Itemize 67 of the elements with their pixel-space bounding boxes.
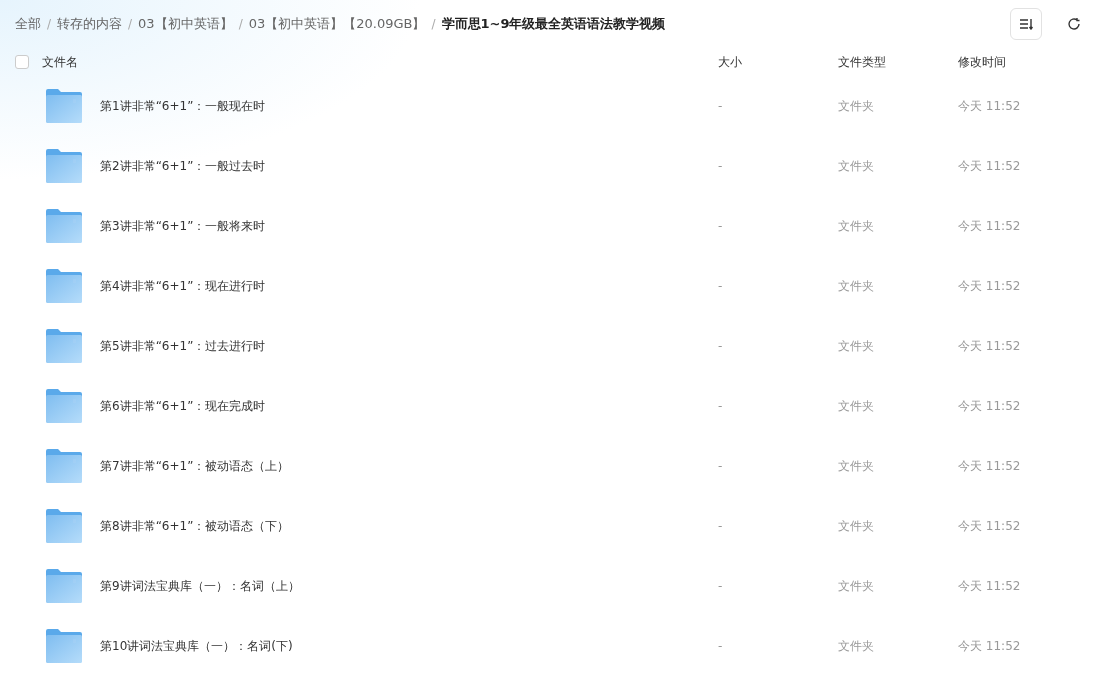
file-name[interactable]: 第7讲非常“6+1”：被动语态（上） [100,457,290,475]
file-name[interactable]: 第2讲非常“6+1”：一般过去时 [100,157,266,175]
file-size: - [718,459,723,473]
folder-icon [46,449,82,483]
file-size: - [718,579,723,593]
file-name[interactable]: 第8讲非常“6+1”：被动语态（下） [100,517,290,535]
file-type: 文件夹 [838,459,874,473]
column-header[interactable]: 大小 [718,55,742,69]
folder-icon [46,389,82,423]
modified-time: 今天 11:52 [958,519,1021,533]
file-type: 文件夹 [838,219,874,233]
folder-icon [46,629,82,663]
file-type: 文件夹 [838,399,874,413]
select-all-checkbox[interactable] [15,55,29,69]
file-name[interactable]: 第3讲非常“6+1”：一般将来时 [100,217,266,235]
file-size: - [718,339,723,353]
modified-time: 今天 11:52 [958,639,1021,653]
modified-time: 今天 11:52 [958,99,1021,113]
sort-button[interactable] [1010,8,1042,40]
file-name[interactable]: 第1讲非常“6+1”：一般现在时 [100,97,266,115]
modified-time: 今天 11:52 [958,579,1021,593]
file-type: 文件夹 [838,339,874,353]
file-name[interactable]: 第9讲词法宝典库（一）：名词（上） [100,577,300,595]
breadcrumb-link[interactable]: 转存的内容 [57,14,123,34]
column-header[interactable]: 文件类型 [838,55,886,69]
file-size: - [718,159,723,173]
folder-icon [46,569,82,603]
file-type: 文件夹 [838,159,874,173]
folder-icon [46,329,82,363]
file-name[interactable]: 第5讲非常“6+1”：过去进行时 [100,337,266,355]
folder-icon [46,149,82,183]
file-type: 文件夹 [838,279,874,293]
file-size: - [718,219,723,233]
breadcrumb-link[interactable]: 03【初中英语】 [138,14,233,34]
file-name[interactable]: 第10讲词法宝典库（一）：名词(下) [100,637,293,655]
file-size: - [718,639,723,653]
folder-icon [46,209,82,243]
breadcrumb-current: 学而思1~9年级最全英语语法教学视频 [441,15,666,34]
modified-time: 今天 11:52 [958,159,1021,173]
folder-icon [46,269,82,303]
folder-icon [46,509,82,543]
file-type: 文件夹 [838,639,874,653]
folder-icon [46,89,82,123]
breadcrumb-separator: / [238,16,243,33]
column-header[interactable]: 修改时间 [958,55,1006,69]
modified-time: 今天 11:52 [958,219,1021,233]
file-size: - [718,279,723,293]
column-header[interactable]: 文件名 [42,53,78,71]
file-type: 文件夹 [838,99,874,113]
modified-time: 今天 11:52 [958,399,1021,413]
refresh-icon [1067,17,1081,31]
breadcrumb-separator: / [128,16,133,33]
file-name[interactable]: 第4讲非常“6+1”：现在进行时 [100,277,266,295]
breadcrumb-separator: / [431,16,436,33]
file-name[interactable]: 第6讲非常“6+1”：现在完成时 [100,397,266,415]
breadcrumb-link[interactable]: 全部 [15,14,41,34]
sort-icon [1019,18,1033,30]
file-type: 文件夹 [838,519,874,533]
modified-time: 今天 11:52 [958,339,1021,353]
modified-time: 今天 11:52 [958,279,1021,293]
file-type: 文件夹 [838,579,874,593]
file-size: - [718,99,723,113]
breadcrumb-link[interactable]: 03【初中英语】【20.09GB】 [248,14,426,34]
breadcrumb-separator: / [47,16,52,33]
modified-time: 今天 11:52 [958,459,1021,473]
file-size: - [718,399,723,413]
file-size: - [718,519,723,533]
